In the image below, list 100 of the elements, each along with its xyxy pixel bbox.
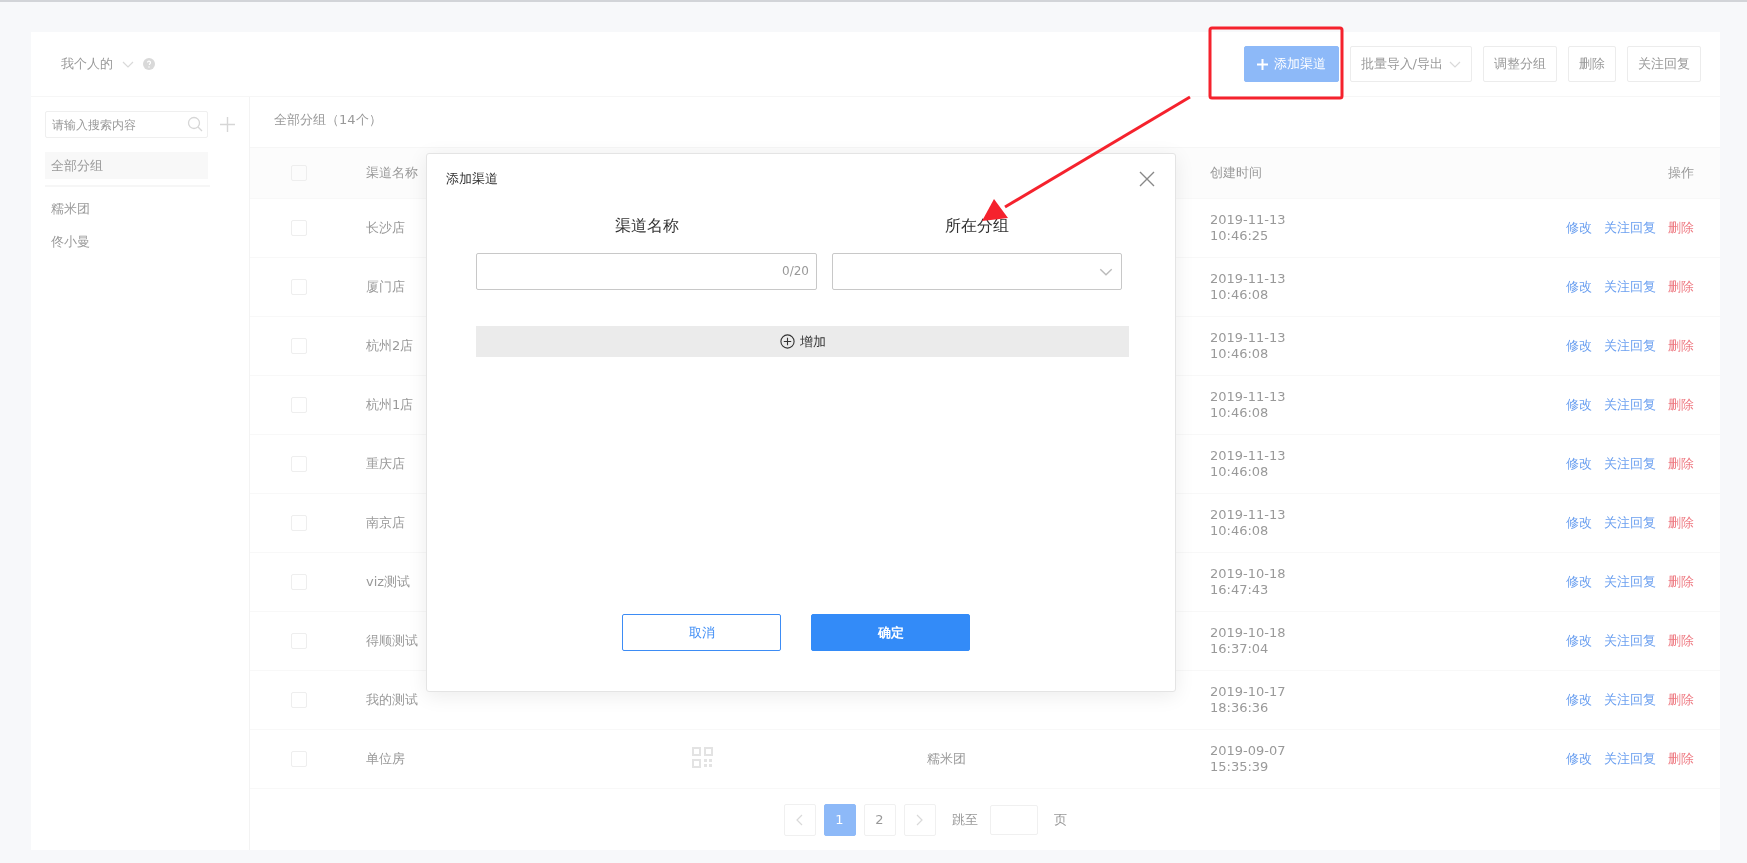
created-time: 10:46:08 (1210, 464, 1269, 480)
column-header: 操作 (1668, 165, 1694, 180)
channel-name: 我的测试 (366, 692, 418, 707)
action-link[interactable]: 删除 (1668, 514, 1694, 532)
header-button[interactable]: 批量导入/导出 (1349, 46, 1472, 82)
group-name: 糯米团 (927, 751, 966, 766)
chevron-left-icon (796, 813, 803, 826)
group-select[interactable] (832, 253, 1122, 290)
created-date: 2019-11-13 (1210, 448, 1286, 464)
channel-name: 杭州1店 (366, 397, 414, 412)
header-button[interactable]: 关注回复 (1627, 46, 1701, 82)
plus-icon (1256, 58, 1268, 70)
channel-name: viz测试 (366, 574, 411, 589)
created-date: 2019-09-07 (1210, 743, 1286, 759)
page-suffix: 页 (1053, 810, 1067, 829)
action-link[interactable]: 修改 (1566, 337, 1592, 355)
action-link[interactable]: 修改 (1566, 691, 1592, 709)
column-header: 渠道名称 (366, 165, 418, 180)
channel-name: 单位房 (366, 751, 405, 766)
action-link[interactable]: 删除 (1668, 219, 1694, 237)
page-button[interactable]: 2 (863, 803, 896, 836)
action-link[interactable]: 修改 (1566, 632, 1592, 650)
action-link[interactable]: 修改 (1566, 750, 1592, 768)
action-link[interactable]: 关注回复 (1604, 396, 1656, 414)
header-button[interactable]: 添加渠道 (1243, 46, 1339, 82)
action-link[interactable]: 关注回复 (1604, 573, 1656, 591)
created-date: 2019-10-18 (1210, 625, 1286, 641)
group-item[interactable]: 糯米团 (45, 195, 235, 222)
previous-page-button[interactable] (783, 803, 816, 836)
created-time: 10:46:25 (1210, 228, 1269, 244)
name-input-field[interactable] (476, 253, 817, 290)
created-date: 2019-10-18 (1210, 566, 1286, 582)
action-link[interactable]: 修改 (1566, 219, 1592, 237)
group-item[interactable]: 佟小曼 (45, 228, 235, 255)
header-button[interactable]: 删除 (1568, 46, 1616, 82)
created-date: 2019-11-13 (1210, 271, 1286, 287)
created-time: 16:47:43 (1210, 582, 1269, 598)
action-link[interactable]: 删除 (1668, 278, 1694, 296)
action-link[interactable]: 删除 (1668, 691, 1694, 709)
cancel-button[interactable]: 取消 (622, 614, 781, 651)
created-time: 10:46:08 (1210, 405, 1269, 421)
action-link[interactable]: 关注回复 (1604, 278, 1656, 296)
action-link[interactable]: 删除 (1668, 573, 1694, 591)
action-link[interactable]: 修改 (1566, 278, 1592, 296)
created-time: 15:35:39 (1210, 759, 1269, 775)
created-time: 18:36:36 (1210, 700, 1269, 716)
created-time: 16:37:04 (1210, 641, 1269, 657)
action-link[interactable]: 关注回复 (1604, 455, 1656, 473)
action-link[interactable]: 关注回复 (1604, 691, 1656, 709)
confirm-button[interactable]: 确定 (811, 614, 970, 651)
chevron-right-icon (916, 813, 923, 826)
account-name[interactable]: 我个人的 (61, 55, 113, 73)
jump-label: 跳至 (951, 810, 978, 829)
action-link[interactable]: 修改 (1566, 573, 1592, 591)
created-date: 2019-10-17 (1210, 684, 1286, 700)
created-date: 2019-11-13 (1210, 330, 1286, 346)
channel-name: 长沙店 (366, 220, 405, 235)
action-link[interactable]: 修改 (1566, 455, 1592, 473)
dialog-title: 添加渠道 (446, 170, 498, 188)
action-link[interactable]: 关注回复 (1604, 514, 1656, 532)
search-icon (187, 116, 203, 132)
channel-name: 厦门店 (366, 279, 405, 294)
action-link[interactable]: 删除 (1668, 337, 1694, 355)
add-group-button[interactable] (220, 117, 235, 132)
created-time: 10:46:08 (1210, 523, 1269, 539)
action-link[interactable]: 删除 (1668, 750, 1694, 768)
channel-name: 南京店 (366, 515, 405, 530)
header-button[interactable]: 调整分组 (1483, 46, 1557, 82)
channel-name: 得顺测试 (366, 633, 418, 648)
action-link[interactable]: 删除 (1668, 396, 1694, 414)
chevron-down-icon (122, 60, 134, 68)
action-link[interactable]: 关注回复 (1604, 750, 1656, 768)
field-label: 渠道名称 (614, 216, 679, 235)
close-icon (1139, 171, 1155, 187)
chevron-down-icon (1099, 267, 1113, 276)
action-link[interactable]: 关注回复 (1604, 337, 1656, 355)
action-link[interactable]: 删除 (1668, 455, 1694, 473)
group-item[interactable]: 全部分组 (45, 152, 208, 179)
plus-icon (220, 117, 235, 132)
next-page-button[interactable] (903, 803, 936, 836)
action-link[interactable]: 删除 (1668, 632, 1694, 650)
search-field[interactable]: 请输入搜索内容 (45, 111, 208, 138)
help-icon (143, 58, 155, 70)
character-counter: 0/20 (782, 264, 809, 278)
created-date: 2019-11-13 (1210, 212, 1286, 228)
created-time: 10:46:08 (1210, 287, 1269, 303)
action-link[interactable]: 关注回复 (1604, 632, 1656, 650)
action-link[interactable]: 关注回复 (1604, 219, 1656, 237)
page-button[interactable]: 1 (823, 803, 856, 836)
created-time: 10:46:08 (1210, 346, 1269, 362)
action-link[interactable]: 修改 (1566, 396, 1592, 414)
chevron-down-icon (1449, 60, 1461, 68)
close-button[interactable] (1139, 171, 1155, 187)
action-link[interactable]: 修改 (1566, 514, 1592, 532)
add-button[interactable]: 增加 (476, 326, 1129, 357)
channel-name: 重庆店 (366, 456, 405, 471)
plus-circle-icon (779, 334, 795, 349)
created-date: 2019-11-13 (1210, 389, 1286, 405)
created-date: 2019-11-13 (1210, 507, 1286, 523)
column-header: 创建时间 (1210, 165, 1262, 180)
